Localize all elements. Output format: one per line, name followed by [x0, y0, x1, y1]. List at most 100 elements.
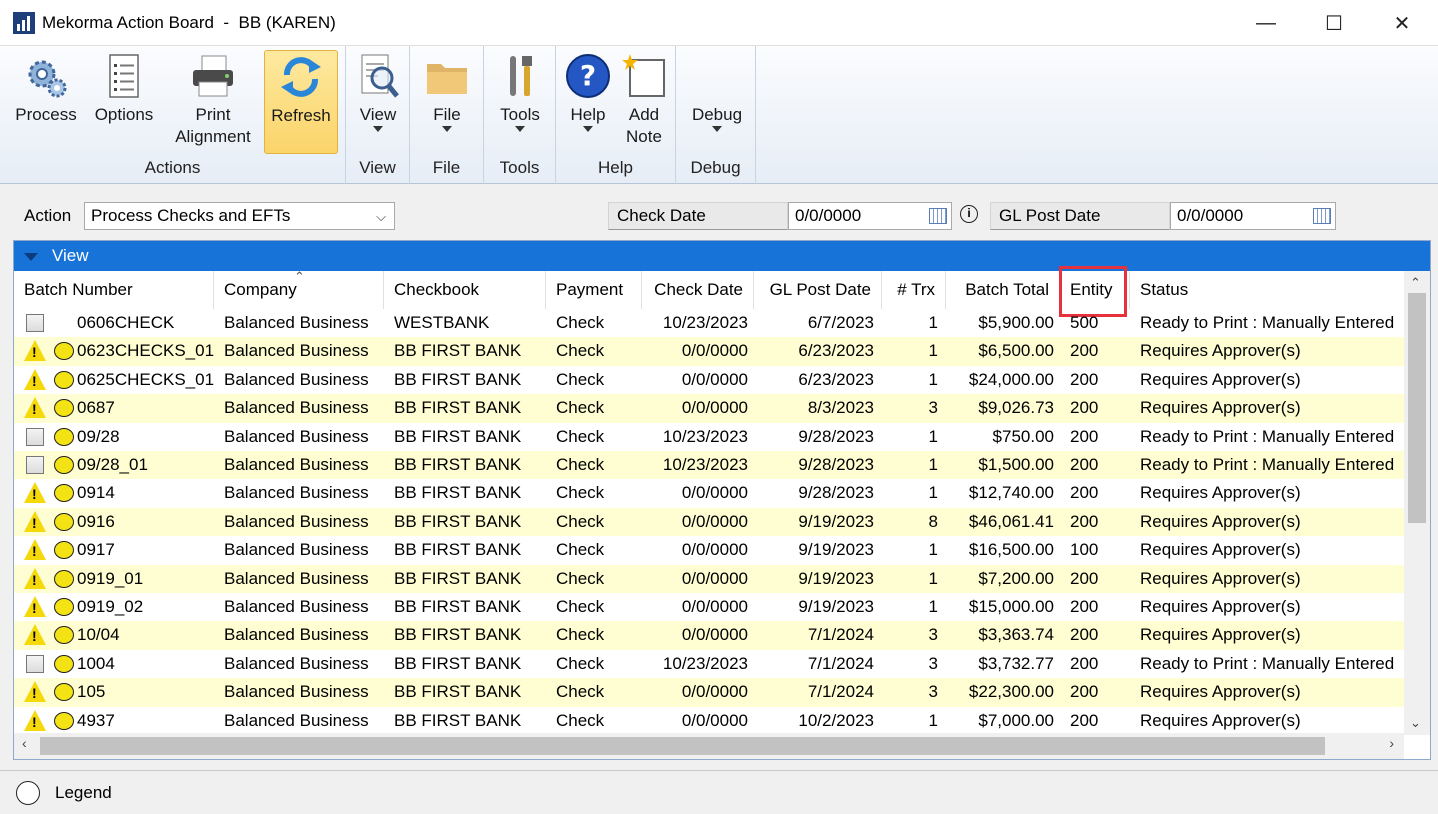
cell-total: $16,500.00: [968, 540, 1054, 560]
table-row[interactable]: 0914 Balanced Business BB FIRST BANK Check 0…: [14, 479, 1404, 507]
col-checkbook[interactable]: Checkbook: [384, 271, 546, 309]
scroll-down-icon[interactable]: ⌄: [1410, 715, 1421, 731]
check-date-value: 0/0/0000: [795, 206, 862, 225]
col-payment[interactable]: Payment: [546, 271, 642, 309]
add-note-button[interactable]: Add Note: [616, 50, 672, 154]
tools-menu-button[interactable]: Tools: [491, 50, 549, 154]
printer-icon: [193, 55, 233, 97]
scroll-left-icon[interactable]: ‹: [22, 735, 27, 751]
approval-status-icon: [54, 541, 74, 560]
cell-entity: 200: [1070, 511, 1099, 531]
scroll-right-icon[interactable]: ›: [1389, 735, 1394, 751]
cell-gl-date: 7/1/2024: [807, 625, 874, 645]
cell-status: Requires Approver(s): [1140, 369, 1301, 389]
print-alignment-button[interactable]: Print Alignment: [166, 50, 260, 154]
legend-label[interactable]: Legend: [55, 783, 112, 803]
horizontal-scrollbar[interactable]: ‹ ›: [14, 733, 1404, 759]
cell-total: $12,740.00: [968, 483, 1054, 503]
warning-icon: [24, 397, 46, 419]
row-checkbox[interactable]: [26, 654, 44, 673]
view-bar[interactable]: View: [14, 241, 1430, 271]
col-gl-post-date[interactable]: GL Post Date: [754, 271, 882, 309]
cell-checkbook: BB FIRST BANK: [394, 341, 522, 361]
vertical-scrollbar[interactable]: ⌃ ⌄: [1404, 271, 1430, 735]
cell-payment: Check: [556, 568, 605, 588]
table-row[interactable]: 0919_02 Balanced Business BB FIRST BANK Che…: [14, 593, 1404, 621]
vertical-scroll-thumb[interactable]: [1408, 293, 1426, 523]
debug-menu-button[interactable]: Debug: [684, 50, 750, 154]
approval-status-icon: [54, 399, 74, 418]
cell-checkbook: BB FIRST BANK: [394, 369, 522, 389]
view-menu-button[interactable]: View: [350, 50, 406, 154]
calendar-icon[interactable]: [929, 208, 947, 224]
legend-circle-icon[interactable]: [16, 781, 40, 805]
cell-checkbook: BB FIRST BANK: [394, 653, 522, 673]
help-menu-button[interactable]: ? Help: [560, 50, 616, 154]
warning-icon: [24, 624, 46, 646]
cell-entity: 200: [1070, 398, 1099, 418]
cell-entity: 200: [1070, 653, 1099, 673]
debug-label: Debug: [691, 105, 743, 124]
file-menu-button[interactable]: File: [418, 50, 476, 154]
col-batch-total[interactable]: Batch Total: [946, 271, 1060, 309]
cell-entity: 200: [1070, 568, 1099, 588]
chevron-down-icon: [373, 126, 383, 132]
info-icon[interactable]: i: [960, 205, 978, 223]
refresh-button[interactable]: Refresh: [264, 50, 338, 154]
cell-company: Balanced Business: [224, 540, 369, 560]
file-label: File: [433, 105, 461, 124]
table-row[interactable]: 10/04 Balanced Business BB FIRST BANK Check…: [14, 621, 1404, 650]
table-row[interactable]: 09/28_01 Balanced Business BB FIRST BANK Ch…: [14, 451, 1404, 480]
col-check-date[interactable]: Check Date: [642, 271, 754, 309]
cell-company: Balanced Business: [224, 710, 369, 730]
cell-trx: 1: [928, 710, 938, 730]
maximize-button[interactable]: ☐: [1300, 0, 1368, 46]
cell-trx: 3: [928, 625, 938, 645]
gl-post-date-field[interactable]: 0/0/0000: [1170, 202, 1336, 230]
cell-company: Balanced Business: [224, 341, 369, 361]
cell-checkbook: BB FIRST BANK: [394, 625, 522, 645]
table-row[interactable]: 09/28 Balanced Business BB FIRST BANK Check…: [14, 423, 1404, 451]
cell-gl-date: 9/28/2023: [798, 483, 874, 503]
cell-batch: 09/28_01: [77, 455, 148, 474]
cell-gl-date: 9/28/2023: [798, 426, 874, 446]
calendar-icon[interactable]: [1313, 208, 1331, 224]
cell-status: Ready to Print : Manually Entered: [1140, 426, 1395, 446]
ribbon-group-debug: Debug Debug: [676, 46, 756, 184]
table-row[interactable]: 0916 Balanced Business BB FIRST BANK Check 0…: [14, 507, 1404, 537]
cell-check-date: 0/0/0000: [681, 369, 748, 389]
col-trx[interactable]: # Trx: [882, 271, 946, 309]
table-row[interactable]: 0919_01 Balanced Business BB FIRST BANK Che…: [14, 564, 1404, 593]
collapse-icon[interactable]: [24, 253, 38, 261]
col-batch-number[interactable]: Batch Number: [14, 271, 214, 309]
cell-trx: 1: [928, 341, 938, 361]
table-row[interactable]: 0625CHECKS_01 Balanced Business BB FIRST B…: [14, 366, 1404, 394]
action-dropdown[interactable]: Process Checks and EFTs ⌵: [84, 202, 395, 230]
table-row[interactable]: 1004 Balanced Business BB FIRST BANK Check 1…: [14, 650, 1404, 678]
scroll-up-icon[interactable]: ⌃: [1410, 275, 1421, 291]
process-button[interactable]: Process: [10, 50, 82, 154]
table-row[interactable]: 4937 Balanced Business BB FIRST BANK Check 0…: [14, 707, 1404, 735]
table-row[interactable]: 0917 Balanced Business BB FIRST BANK Check 0…: [14, 536, 1404, 564]
filter-row: Action Process Checks and EFTs ⌵ Check D…: [0, 184, 1438, 240]
table-row[interactable]: 105 Balanced Business BB FIRST BANK Check 0/…: [14, 678, 1404, 707]
options-button[interactable]: Options: [86, 50, 162, 154]
approval-status-icon: [54, 484, 74, 503]
table-row[interactable]: 0623CHECKS_01 Balanced Business BB FIRST B…: [14, 337, 1404, 366]
close-button[interactable]: ✕: [1368, 0, 1436, 46]
table-row[interactable]: 0687 Balanced Business BB FIRST BANK Check 0…: [14, 394, 1404, 423]
footer: Legend: [0, 770, 1438, 814]
cell-company: Balanced Business: [224, 653, 369, 673]
table-row[interactable]: 0606CHECK Balanced Business WESTBANK Check 1…: [14, 309, 1404, 337]
check-date-field[interactable]: 0/0/0000: [788, 202, 952, 230]
row-checkbox[interactable]: [26, 314, 44, 332]
gears-icon: [28, 60, 67, 98]
minimize-button[interactable]: —: [1232, 0, 1300, 46]
horizontal-scroll-thumb[interactable]: [40, 737, 1325, 755]
row-checkbox[interactable]: [26, 456, 44, 474]
cell-check-date: 0/0/0000: [681, 710, 748, 730]
row-checkbox[interactable]: [26, 427, 44, 446]
cell-company: Balanced Business: [224, 369, 369, 389]
col-status[interactable]: Status: [1130, 271, 1404, 309]
approval-status-icon: [54, 569, 74, 588]
